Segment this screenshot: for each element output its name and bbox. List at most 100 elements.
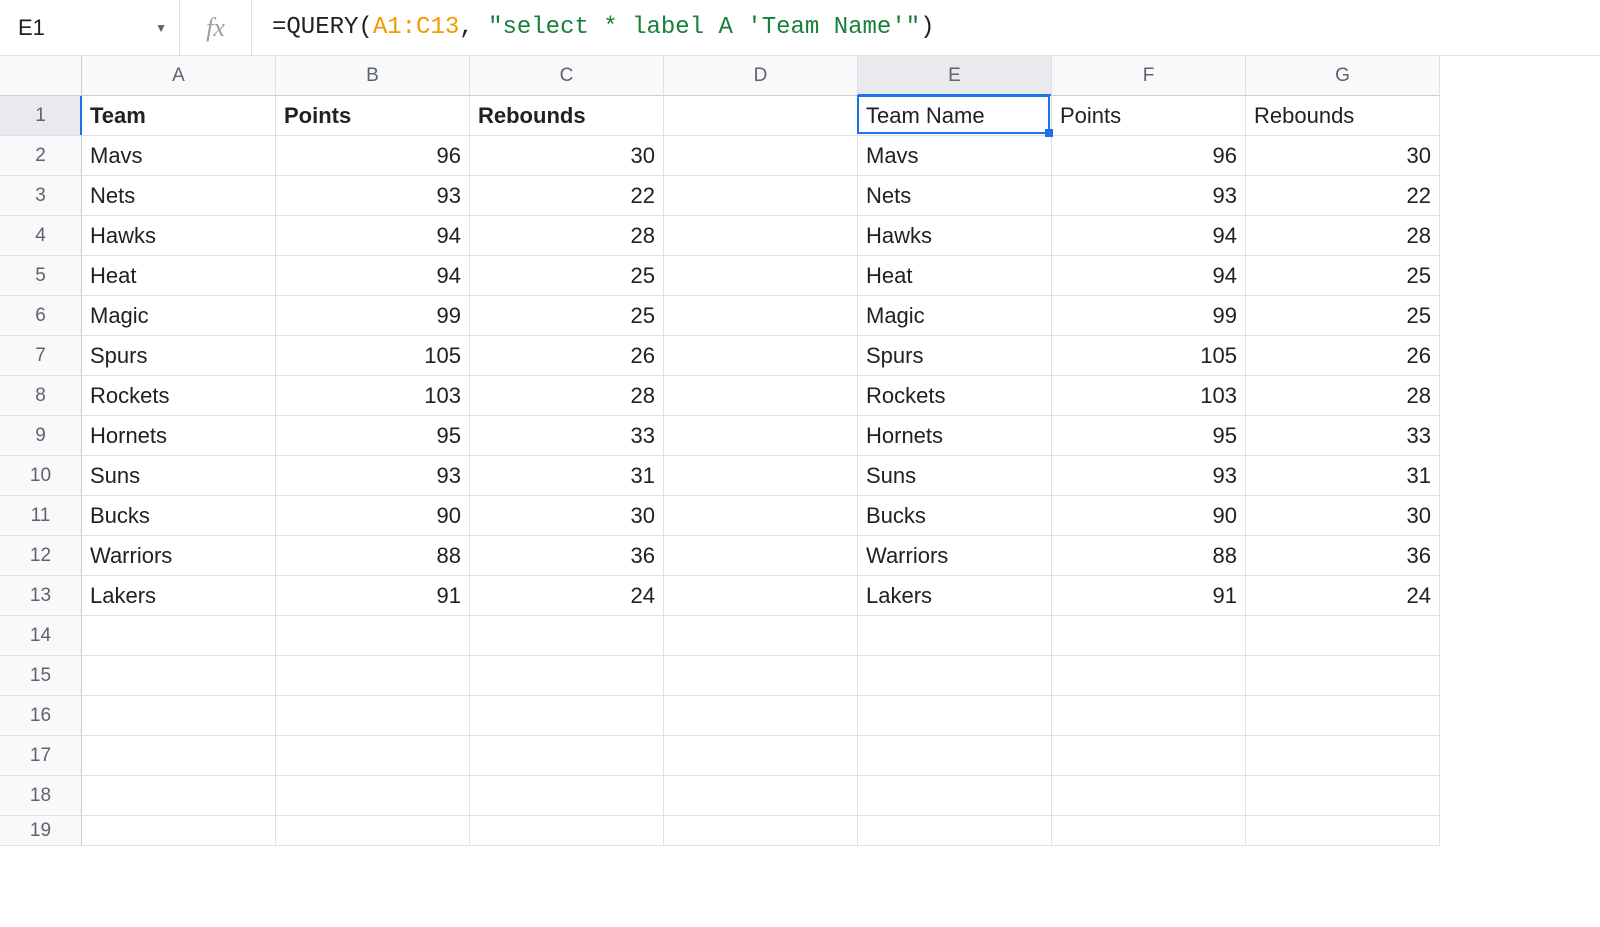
cell-C14[interactable] (470, 616, 664, 656)
column-header-F[interactable]: F (1052, 56, 1246, 96)
cell-D4[interactable] (664, 216, 858, 256)
cell-E8[interactable]: Rockets (858, 376, 1052, 416)
cell-G9[interactable]: 33 (1246, 416, 1440, 456)
cell-D10[interactable] (664, 456, 858, 496)
cell-G17[interactable] (1246, 736, 1440, 776)
row-header-10[interactable]: 10 (0, 456, 82, 496)
cell-E17[interactable] (858, 736, 1052, 776)
cell-A15[interactable] (82, 656, 276, 696)
cell-F6[interactable]: 99 (1052, 296, 1246, 336)
cell-B17[interactable] (276, 736, 470, 776)
cell-D12[interactable] (664, 536, 858, 576)
cell-E7[interactable]: Spurs (858, 336, 1052, 376)
row-header-2[interactable]: 2 (0, 136, 82, 176)
cell-E2[interactable]: Mavs (858, 136, 1052, 176)
row-header-6[interactable]: 6 (0, 296, 82, 336)
cell-E12[interactable]: Warriors (858, 536, 1052, 576)
cell-D2[interactable] (664, 136, 858, 176)
cell-F13[interactable]: 91 (1052, 576, 1246, 616)
cell-B19[interactable] (276, 816, 470, 846)
cell-F10[interactable]: 93 (1052, 456, 1246, 496)
cell-F17[interactable] (1052, 736, 1246, 776)
cell-C17[interactable] (470, 736, 664, 776)
row-header-11[interactable]: 11 (0, 496, 82, 536)
cell-E11[interactable]: Bucks (858, 496, 1052, 536)
column-header-D[interactable]: D (664, 56, 858, 96)
name-box[interactable]: E1 ▼ (0, 0, 180, 55)
cell-F1[interactable]: Points (1052, 96, 1246, 136)
cell-D7[interactable] (664, 336, 858, 376)
cell-D19[interactable] (664, 816, 858, 846)
cell-A12[interactable]: Warriors (82, 536, 276, 576)
row-header-4[interactable]: 4 (0, 216, 82, 256)
cell-G14[interactable] (1246, 616, 1440, 656)
cell-F14[interactable] (1052, 616, 1246, 656)
cell-E9[interactable]: Hornets (858, 416, 1052, 456)
cell-G13[interactable]: 24 (1246, 576, 1440, 616)
cell-E15[interactable] (858, 656, 1052, 696)
cell-G2[interactable]: 30 (1246, 136, 1440, 176)
cell-E10[interactable]: Suns (858, 456, 1052, 496)
cell-B1[interactable]: Points (276, 96, 470, 136)
cell-F11[interactable]: 90 (1052, 496, 1246, 536)
cell-A1[interactable]: Team (82, 96, 276, 136)
cell-G8[interactable]: 28 (1246, 376, 1440, 416)
cell-F4[interactable]: 94 (1052, 216, 1246, 256)
cell-A19[interactable] (82, 816, 276, 846)
cell-C13[interactable]: 24 (470, 576, 664, 616)
row-header-9[interactable]: 9 (0, 416, 82, 456)
cell-C18[interactable] (470, 776, 664, 816)
cell-B13[interactable]: 91 (276, 576, 470, 616)
row-header-18[interactable]: 18 (0, 776, 82, 816)
cell-D18[interactable] (664, 776, 858, 816)
cell-A18[interactable] (82, 776, 276, 816)
cell-D14[interactable] (664, 616, 858, 656)
cell-F9[interactable]: 95 (1052, 416, 1246, 456)
cell-F5[interactable]: 94 (1052, 256, 1246, 296)
cell-D16[interactable] (664, 696, 858, 736)
cell-B15[interactable] (276, 656, 470, 696)
row-header-17[interactable]: 17 (0, 736, 82, 776)
cell-F8[interactable]: 103 (1052, 376, 1246, 416)
row-header-13[interactable]: 13 (0, 576, 82, 616)
cell-F18[interactable] (1052, 776, 1246, 816)
cell-C16[interactable] (470, 696, 664, 736)
cell-E5[interactable]: Heat (858, 256, 1052, 296)
cell-B2[interactable]: 96 (276, 136, 470, 176)
cell-G15[interactable] (1246, 656, 1440, 696)
cell-A2[interactable]: Mavs (82, 136, 276, 176)
cell-D15[interactable] (664, 656, 858, 696)
cell-F12[interactable]: 88 (1052, 536, 1246, 576)
spreadsheet-grid[interactable]: ABCDEFG1TeamPointsReboundsTeam NamePoint… (0, 56, 1600, 846)
column-header-G[interactable]: G (1246, 56, 1440, 96)
column-header-E[interactable]: E (858, 56, 1052, 96)
cell-G7[interactable]: 26 (1246, 336, 1440, 376)
cell-F2[interactable]: 96 (1052, 136, 1246, 176)
cell-D8[interactable] (664, 376, 858, 416)
cell-A8[interactable]: Rockets (82, 376, 276, 416)
cell-A16[interactable] (82, 696, 276, 736)
cell-B14[interactable] (276, 616, 470, 656)
cell-C8[interactable]: 28 (470, 376, 664, 416)
cell-A4[interactable]: Hawks (82, 216, 276, 256)
cell-D1[interactable] (664, 96, 858, 136)
row-header-1[interactable]: 1 (0, 96, 82, 136)
cell-B12[interactable]: 88 (276, 536, 470, 576)
row-header-14[interactable]: 14 (0, 616, 82, 656)
cell-G11[interactable]: 30 (1246, 496, 1440, 536)
cell-A10[interactable]: Suns (82, 456, 276, 496)
cell-A9[interactable]: Hornets (82, 416, 276, 456)
cell-F15[interactable] (1052, 656, 1246, 696)
cell-A17[interactable] (82, 736, 276, 776)
cell-B5[interactable]: 94 (276, 256, 470, 296)
row-header-5[interactable]: 5 (0, 256, 82, 296)
row-header-3[interactable]: 3 (0, 176, 82, 216)
cell-C6[interactable]: 25 (470, 296, 664, 336)
column-header-C[interactable]: C (470, 56, 664, 96)
cell-G4[interactable]: 28 (1246, 216, 1440, 256)
cell-C1[interactable]: Rebounds (470, 96, 664, 136)
cell-F3[interactable]: 93 (1052, 176, 1246, 216)
cell-E14[interactable] (858, 616, 1052, 656)
cell-E13[interactable]: Lakers (858, 576, 1052, 616)
cell-D5[interactable] (664, 256, 858, 296)
